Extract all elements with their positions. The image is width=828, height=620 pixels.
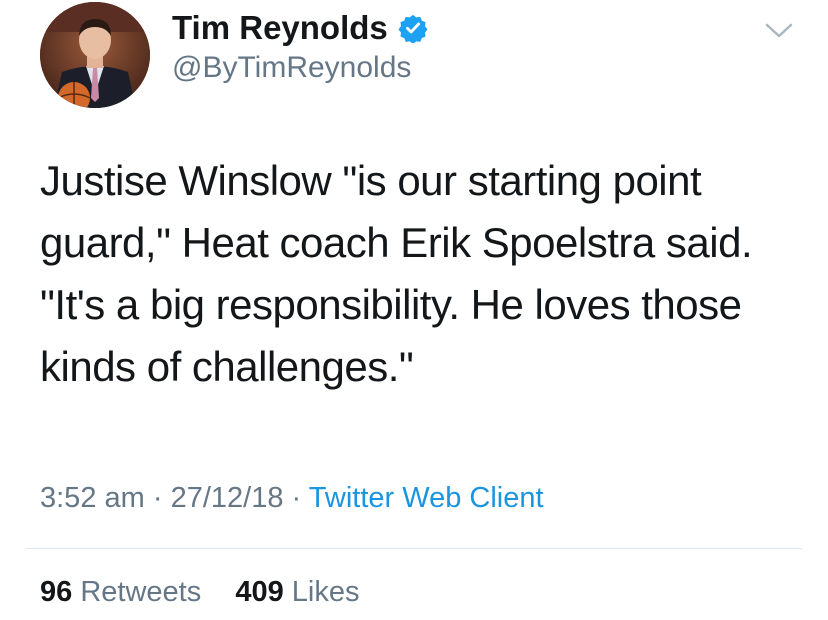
tweet-card: Tim Reynolds @ByTimReynolds Justise Wins… (0, 0, 828, 620)
tweet-client-link[interactable]: Twitter Web Client (309, 482, 544, 514)
author-row: Tim Reynolds (172, 8, 428, 48)
author-name[interactable]: Tim Reynolds (172, 8, 388, 48)
retweets-count: 96 (40, 576, 73, 608)
likes-label: Likes (291, 576, 360, 608)
verified-badge-icon (398, 13, 428, 44)
avatar[interactable] (40, 2, 150, 108)
retweets-label: Retweets (80, 576, 202, 608)
tweet-meta: 3:52 am · 27/12/18 · Twitter Web Client (40, 478, 544, 518)
tweet-text: Justise Winslow "is our starting point g… (40, 157, 753, 390)
likes-stat[interactable]: 409 Likes (235, 576, 359, 608)
likes-count: 409 (235, 576, 284, 608)
retweets-stat[interactable]: 96 Retweets (40, 576, 209, 608)
meta-separator: · (291, 482, 302, 514)
author-handle[interactable]: @ByTimReynolds (172, 50, 411, 86)
divider (26, 548, 802, 549)
tweet-stats: 96 Retweets 409 Likes (40, 572, 360, 612)
chevron-down-icon[interactable] (764, 20, 794, 42)
tweet-date[interactable]: 27/12/18 (171, 482, 284, 514)
avatar-photo (40, 2, 150, 108)
tweet-time[interactable]: 3:52 am (40, 482, 145, 514)
meta-separator: · (152, 482, 163, 514)
